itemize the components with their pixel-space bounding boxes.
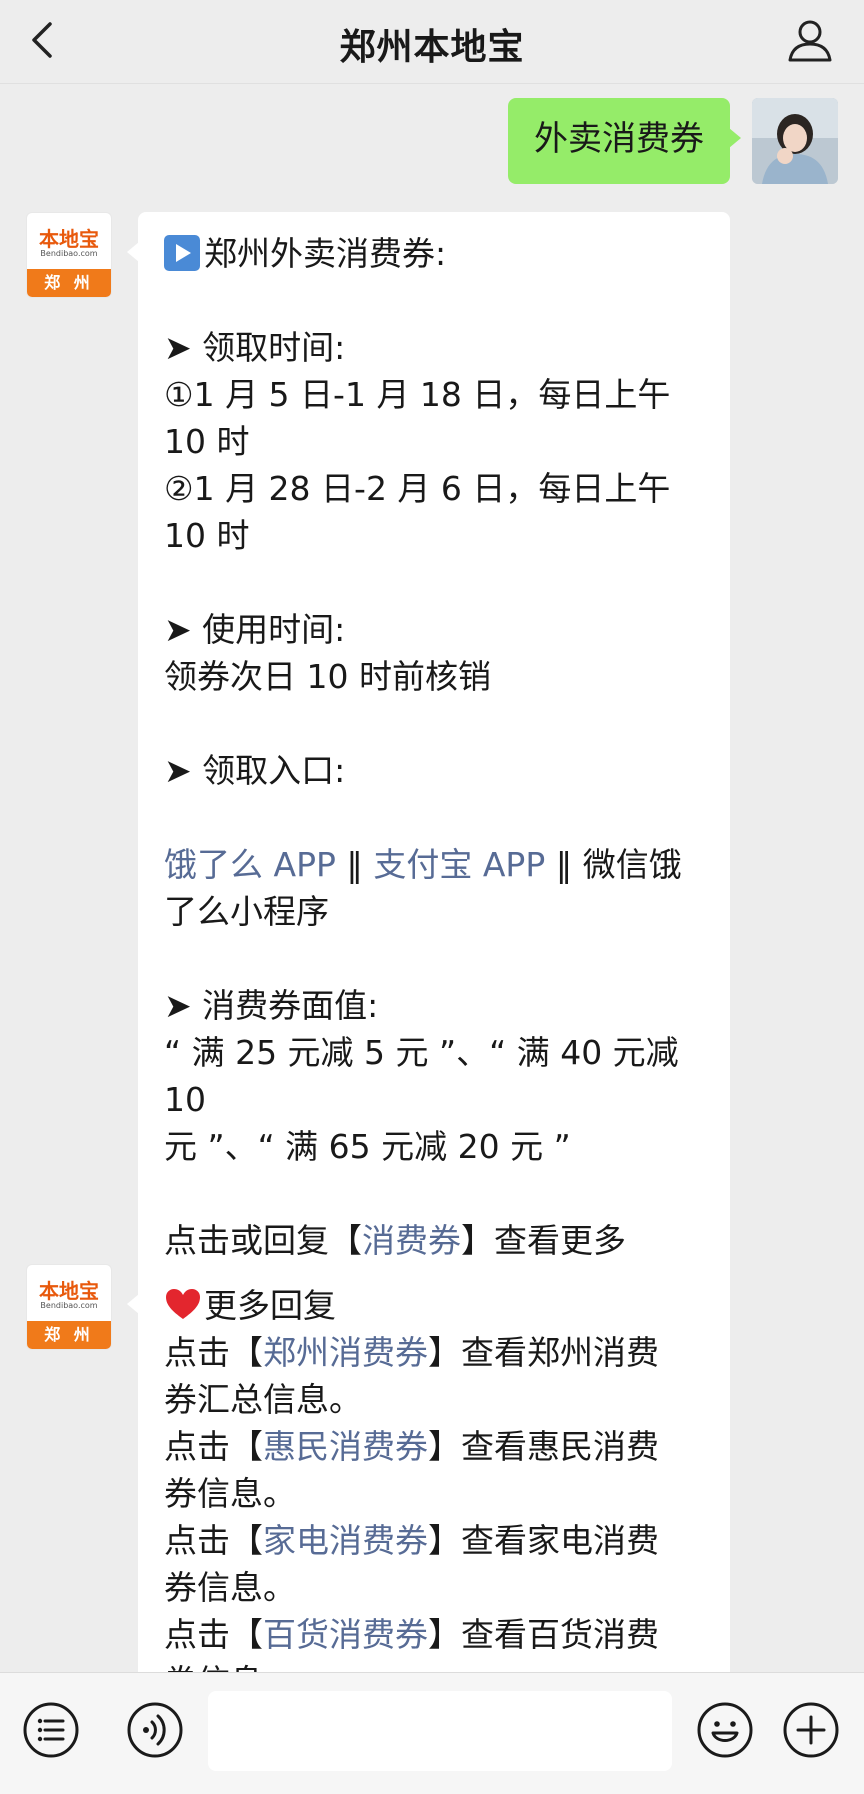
menu-list-icon[interactable] xyxy=(22,1701,80,1759)
separator: ‖ xyxy=(335,845,374,884)
text-line: 点击或回复【 xyxy=(164,1221,362,1260)
huimin-coupon-link[interactable]: 惠民消费券 xyxy=(263,1427,428,1466)
separator: ‖ xyxy=(545,845,583,884)
department-coupon-link[interactable]: 百货消费券 xyxy=(263,1615,428,1654)
reply-heading: 更多回复 xyxy=(204,1286,336,1325)
chat-area[interactable]: 外卖消费券 本地宝 Bendibao.com 郑 州 郑州外卖消费券: ➤ 领取… xyxy=(0,84,864,1672)
text-line: 券信息。 xyxy=(164,1474,296,1513)
text-line: 券信息。 xyxy=(164,1658,704,1672)
section-title: ➤ 消费券面值: xyxy=(164,986,379,1025)
text-line: 】查看郑州消费 xyxy=(428,1333,659,1372)
text-line: 点击【 xyxy=(164,1521,263,1560)
section-title: ➤ 领取时间: xyxy=(164,328,346,367)
bot-avatar[interactable]: 本地宝 Bendibao.com 郑 州 xyxy=(26,1264,112,1350)
outgoing-message: 外卖消费券 xyxy=(508,98,838,184)
eleme-app-link[interactable]: 饿了么 APP xyxy=(164,845,336,884)
text-line: 点击【 xyxy=(164,1615,263,1654)
voice-icon[interactable] xyxy=(126,1701,184,1759)
text-line: 10 时 xyxy=(164,422,250,461)
text-line: 领券次日 10 时前核销 xyxy=(164,657,491,696)
user-avatar-image xyxy=(752,98,838,184)
incoming-message: 本地宝 Bendibao.com 郑 州 更多回复 点击【郑州消费券】查看郑州消… xyxy=(26,1264,730,1672)
logo-domain: Bendibao.com xyxy=(40,1301,98,1310)
emoji-icon[interactable] xyxy=(696,1701,754,1759)
text-line: 点击【 xyxy=(164,1333,263,1372)
logo-brand: 本地宝 xyxy=(39,227,99,251)
logo-domain: Bendibao.com xyxy=(40,249,98,258)
text-line: 点击【 xyxy=(164,1427,263,1466)
message-input[interactable] xyxy=(208,1691,672,1771)
top-bar: 郑州本地宝 xyxy=(0,0,864,84)
text-line: ①1 月 5 日-1 月 18 日，每日上午 xyxy=(164,375,671,414)
text-line: 了么小程序 xyxy=(164,892,329,931)
text-line: 券信息。 xyxy=(164,1568,296,1607)
page-title: 郑州本地宝 xyxy=(339,27,525,68)
input-bar xyxy=(0,1672,864,1794)
logo-brand: 本地宝 xyxy=(39,1279,99,1303)
text-line: 】查看家电消费 xyxy=(428,1521,659,1560)
user-avatar[interactable] xyxy=(752,98,838,184)
profile-icon[interactable] xyxy=(786,16,834,64)
reply-bubble[interactable]: 郑州外卖消费券: ➤ 领取时间: ①1 月 5 日-1 月 18 日，每日上午 … xyxy=(127,212,730,1282)
coupon-link[interactable]: 消费券 xyxy=(362,1221,461,1260)
text-line: “ 满 25 元减 5 元 ”、“ 满 40 元减 10 xyxy=(164,1033,690,1119)
alipay-app-link[interactable]: 支付宝 APP xyxy=(373,845,545,884)
plus-icon[interactable] xyxy=(782,1701,840,1759)
section-title: ➤ 领取入口: xyxy=(164,751,346,790)
text-line: 】查看惠民消费 xyxy=(428,1427,659,1466)
outgoing-bubble[interactable]: 外卖消费券 xyxy=(508,98,741,184)
text-line: ②1 月 28 日-2 月 6 日，每日上午 xyxy=(164,469,671,508)
text-line: 】查看更多 xyxy=(461,1221,626,1260)
play-icon xyxy=(164,235,200,271)
text-line: 券汇总信息。 xyxy=(164,1380,362,1419)
text-line: 微信饿 xyxy=(582,845,682,884)
reply-heading: 郑州外卖消费券: xyxy=(204,234,447,273)
logo-city: 郑 州 xyxy=(27,1321,111,1349)
zhengzhou-coupon-link[interactable]: 郑州消费券 xyxy=(263,1333,428,1372)
incoming-message: 本地宝 Bendibao.com 郑 州 郑州外卖消费券: ➤ 领取时间: ①1… xyxy=(26,212,730,1282)
text-line: 】查看百货消费 xyxy=(428,1615,659,1654)
bot-avatar[interactable]: 本地宝 Bendibao.com 郑 州 xyxy=(26,212,112,298)
text-line: 10 时 xyxy=(164,516,250,555)
logo-city: 郑 州 xyxy=(27,269,111,297)
section-title: ➤ 使用时间: xyxy=(164,610,346,649)
text-line: 元 ”、“ 满 65 元减 20 元 ” xyxy=(164,1127,571,1166)
heart-icon xyxy=(166,1289,200,1319)
reply-bubble[interactable]: 更多回复 点击【郑州消费券】查看郑州消费 券汇总信息。 点击【惠民消费券】查看惠… xyxy=(127,1264,730,1672)
appliance-coupon-link[interactable]: 家电消费券 xyxy=(263,1521,428,1560)
